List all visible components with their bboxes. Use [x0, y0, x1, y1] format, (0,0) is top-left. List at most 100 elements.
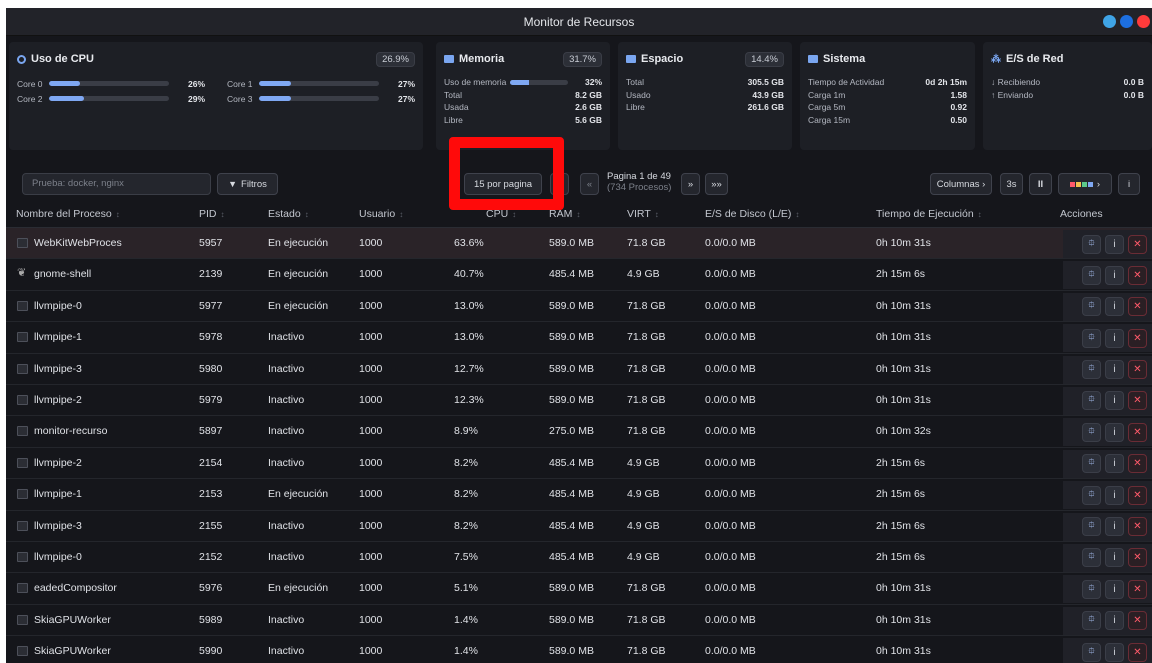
filters-button[interactable]: ▼ Filtros	[217, 173, 278, 195]
pin-icon[interactable]: ⯐	[1082, 548, 1101, 568]
column-header-name[interactable]: Nombre del Proceso ↕	[16, 208, 120, 220]
kill-icon[interactable]: ✕	[1128, 391, 1147, 411]
kill-icon[interactable]: ✕	[1128, 611, 1147, 631]
table-row[interactable]: llvmpipe-0 5977 En ejecución 1000 13.0% 589.0…	[6, 291, 1152, 323]
info-icon[interactable]: i	[1105, 454, 1124, 474]
search-input[interactable]: Prueba: docker, nginx	[22, 173, 211, 195]
pin-icon[interactable]: ⯐	[1082, 328, 1101, 348]
cell-virt: 71.8 GB	[627, 582, 666, 595]
cell-ram: 275.0 MB	[549, 425, 594, 438]
row-actions: ⯐ i ✕	[1063, 324, 1152, 353]
info-icon[interactable]: i	[1105, 548, 1124, 568]
window-icon	[17, 583, 28, 594]
column-header-disk-io[interactable]: E/S de Disco (L/E) ↕	[705, 208, 799, 220]
last-page-button[interactable]: »»	[705, 173, 728, 195]
first-page-button[interactable]: «	[580, 173, 599, 195]
cell-state: En ejecución	[268, 582, 329, 595]
column-header-user[interactable]: Usuario ↕	[359, 208, 403, 220]
pin-icon[interactable]: ⯐	[1082, 454, 1101, 474]
info-icon[interactable]: i	[1105, 360, 1124, 380]
info-button[interactable]: i	[1118, 173, 1140, 195]
pin-icon[interactable]: ⯐	[1082, 611, 1101, 631]
info-icon[interactable]: i	[1105, 579, 1124, 599]
columns-button[interactable]: Columnas ›	[930, 173, 992, 195]
cell-user: 1000	[359, 550, 383, 563]
table-row[interactable]: llvmpipe-2 2154 Inactivo 1000 8.2% 485.4 MB 4.…	[6, 448, 1152, 480]
info-icon[interactable]: i	[1105, 297, 1124, 317]
cell-virt: 71.8 GB	[627, 613, 666, 626]
pin-icon[interactable]: ⯐	[1082, 265, 1101, 285]
column-header-virt[interactable]: VIRT ↕	[627, 208, 659, 220]
column-header-ram[interactable]: RAM ↕	[549, 208, 580, 220]
column-header-runtime[interactable]: Tiempo de Ejecución ↕	[876, 208, 982, 220]
info-icon[interactable]: i	[1105, 485, 1124, 505]
row-actions: ⯐ i ✕	[1063, 355, 1152, 384]
window-dot-1[interactable]	[1103, 15, 1116, 28]
table-row[interactable]: llvmpipe-3 5980 Inactivo 1000 12.7% 589.0 MB 7…	[6, 354, 1152, 385]
pin-icon[interactable]: ⯐	[1082, 234, 1101, 254]
table-row[interactable]: ❦ gnome-shell 2139 En ejecución 1000 40.7% 485…	[6, 259, 1152, 291]
window-close-dot[interactable]	[1137, 15, 1150, 28]
kill-icon[interactable]: ✕	[1128, 422, 1147, 442]
table-row[interactable]: SkiaGPUWorker 5989 Inactivo 1000 1.4% 589.0 M…	[6, 605, 1152, 637]
info-icon[interactable]: i	[1105, 611, 1124, 631]
window-dot-2[interactable]	[1120, 15, 1133, 28]
cell-cpu: 8.9%	[454, 425, 478, 438]
pin-icon[interactable]: ⯐	[1082, 391, 1101, 411]
cell-virt: 71.8 GB	[627, 237, 666, 249]
info-icon[interactable]: i	[1105, 422, 1124, 442]
table-row[interactable]: monitor-recurso 5897 Inactivo 1000 8.9% 275.0…	[6, 416, 1152, 448]
table-row[interactable]: llvmpipe-0 2152 Inactivo 1000 7.5% 485.4 MB 4.…	[6, 542, 1152, 574]
table-row[interactable]: llvmpipe-2 5979 Inactivo 1000 12.3% 589.0 MB 7…	[6, 385, 1152, 417]
row-actions: ⯐ i ✕	[1063, 481, 1152, 510]
next-page-button[interactable]: »	[681, 173, 700, 195]
prev-page-button[interactable]: ‹	[550, 173, 569, 195]
pin-icon[interactable]: ⯐	[1082, 422, 1101, 442]
kill-icon[interactable]: ✕	[1128, 360, 1147, 380]
info-icon[interactable]: i	[1105, 517, 1124, 537]
cell-state: Inactivo	[268, 362, 305, 375]
info-icon[interactable]: i	[1105, 265, 1124, 285]
pin-icon[interactable]: ⯐	[1082, 360, 1101, 380]
kill-icon[interactable]: ✕	[1128, 297, 1147, 317]
system-load-5m: Carga 5m 0.92	[808, 102, 967, 112]
pin-icon[interactable]: ⯐	[1082, 642, 1101, 662]
column-header-cpu[interactable]: CPU ↕	[486, 208, 516, 220]
kill-icon[interactable]: ✕	[1128, 642, 1147, 662]
kill-icon[interactable]: ✕	[1128, 579, 1147, 599]
cell-name: llvmpipe-0	[34, 299, 82, 312]
pin-icon[interactable]: ⯐	[1082, 517, 1101, 537]
column-header-pid[interactable]: PID ↕	[199, 208, 225, 220]
cell-ram: 485.4 MB	[549, 488, 594, 501]
pin-icon[interactable]: ⯐	[1082, 579, 1101, 599]
kill-icon[interactable]: ✕	[1128, 548, 1147, 568]
kill-icon[interactable]: ✕	[1128, 485, 1147, 505]
column-header-state[interactable]: Estado ↕	[268, 208, 309, 220]
kill-icon[interactable]: ✕	[1128, 265, 1147, 285]
table-row[interactable]: llvmpipe-3 2155 Inactivo 1000 8.2% 485.4 MB 4.…	[6, 511, 1152, 542]
pause-button[interactable]: II	[1029, 173, 1052, 195]
info-icon[interactable]: i	[1105, 642, 1124, 662]
cell-name: llvmpipe-3	[34, 362, 82, 375]
table-row[interactable]: eadedCompositor 5976 En ejecución 1000 5.1% 5…	[6, 573, 1152, 605]
kill-icon[interactable]: ✕	[1128, 454, 1147, 474]
pin-icon[interactable]: ⯐	[1082, 297, 1101, 317]
cell-io: 0.0/0.0 MB	[705, 362, 756, 375]
table-row[interactable]: llvmpipe-1 2153 En ejecución 1000 8.2% 485.4 …	[6, 479, 1152, 511]
info-icon[interactable]: i	[1105, 391, 1124, 411]
kill-icon[interactable]: ✕	[1128, 328, 1147, 348]
view-mode-button[interactable]: ›	[1058, 173, 1112, 195]
info-icon[interactable]: i	[1105, 328, 1124, 348]
info-icon[interactable]: i	[1105, 234, 1124, 254]
refresh-interval-button[interactable]: 3s	[1000, 173, 1023, 195]
kill-icon[interactable]: ✕	[1128, 234, 1147, 254]
kill-icon[interactable]: ✕	[1128, 517, 1147, 537]
table-row[interactable]: llvmpipe-1 5978 Inactivo 1000 13.0% 589.0 MB 7…	[6, 322, 1152, 354]
table-row[interactable]: SkiaGPUWorker 5990 Inactivo 1000 1.4% 589.0 M…	[6, 636, 1152, 663]
pin-icon[interactable]: ⯐	[1082, 485, 1101, 505]
per-page-select[interactable]: 15 por pagina	[464, 173, 542, 195]
cell-state: Inactivo	[268, 550, 305, 563]
table-row[interactable]: WebKitWebProces 5957 En ejecución 1000 63.6%…	[6, 228, 1152, 260]
cell-cpu: 8.2%	[454, 488, 478, 501]
cell-pid: 5897	[199, 425, 223, 438]
